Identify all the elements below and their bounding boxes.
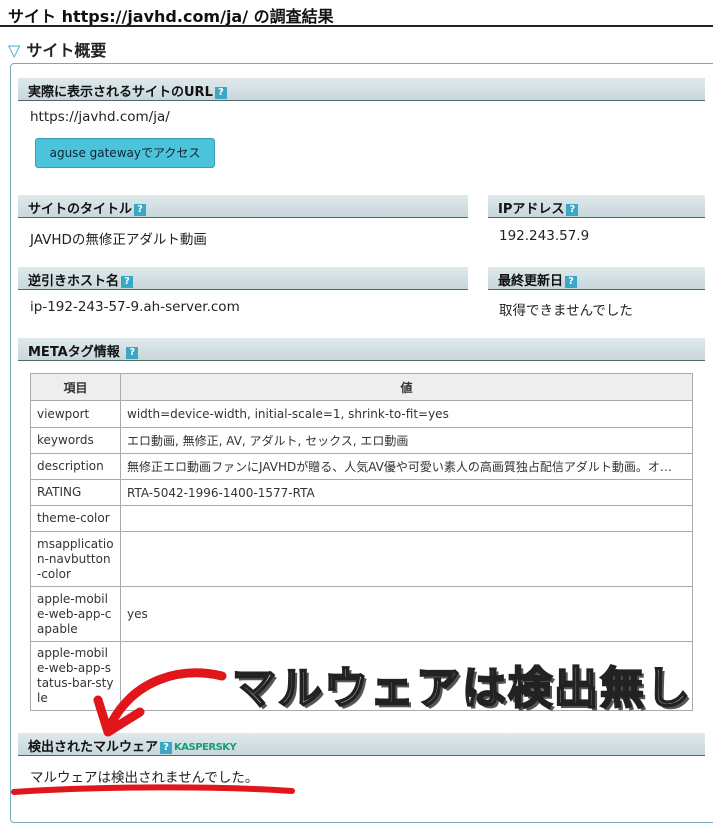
red-underline-icon — [11, 784, 295, 795]
annotation-layer — [11, 668, 295, 795]
